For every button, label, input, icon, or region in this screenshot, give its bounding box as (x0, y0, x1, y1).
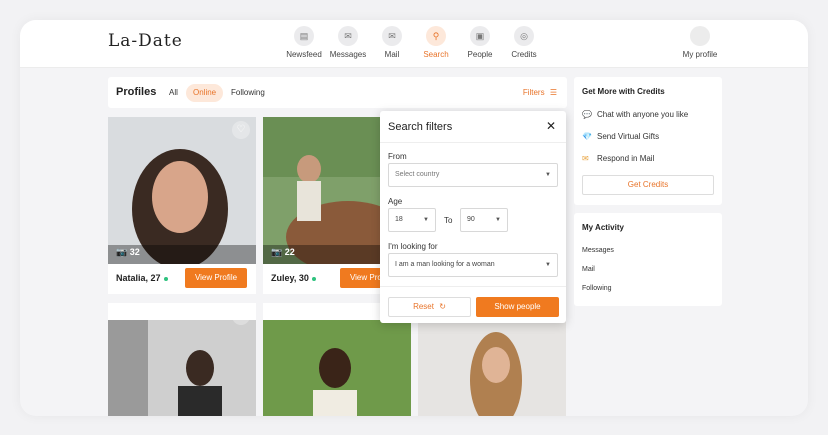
messages-icon: ✉ (338, 26, 358, 46)
photo-count: 📷 22 (271, 247, 295, 257)
page-title: Profiles (116, 86, 157, 98)
credits-item-gifts: 💎 Send Virtual Gifts (582, 132, 660, 141)
nav-label: Newsfeed (286, 50, 322, 59)
view-profile-button[interactable]: View Profile (185, 268, 247, 288)
show-people-button[interactable]: Show people (476, 297, 559, 317)
nav-label: My profile (682, 50, 718, 59)
online-indicator (163, 276, 168, 281)
profiles-bar: Profiles All Online Following Filters ☰ (108, 77, 567, 108)
close-icon[interactable]: ✕ (546, 119, 556, 133)
credits-panel: Get More with Credits 💬 Chat with anyone … (574, 77, 722, 205)
mail-icon: ✉ (582, 154, 589, 163)
camera-icon: 📷 (271, 247, 283, 257)
nav-label: Messages (329, 50, 367, 59)
from-label: From (388, 152, 407, 161)
nav-label: Credits (511, 50, 537, 59)
country-select[interactable]: Select country ▼ (388, 163, 558, 187)
search-filters-dialog: Search filters ✕ From Select country ▼ A… (380, 111, 566, 323)
mail-icon: ✉ (382, 26, 402, 46)
age-label: Age (388, 197, 403, 206)
logo[interactable]: La-Date (108, 31, 183, 51)
activity-panel: My Activity Messages Mail Following (574, 213, 722, 306)
nav-mail[interactable]: ✉ Mail (370, 26, 414, 59)
profile-name: Natalia, 27 (116, 273, 168, 283)
activity-item-messages[interactable]: Messages (582, 247, 614, 254)
camera-icon: 📷 (116, 247, 128, 257)
main-nav: ▤ Newsfeed ✉ Messages ✉ Mail ⚲ Search ▣ … (282, 26, 546, 59)
chevron-down-icon: ▼ (495, 217, 501, 223)
avatar (690, 26, 710, 46)
divider (380, 286, 566, 287)
chevron-down-icon: ▼ (545, 262, 551, 268)
activity-item-mail[interactable]: Mail (582, 266, 595, 273)
filters-label: Filters (522, 88, 545, 97)
online-indicator (311, 276, 316, 281)
nav-newsfeed[interactable]: ▤ Newsfeed (282, 26, 326, 59)
tab-all[interactable]: All (162, 84, 185, 102)
photo-count: 📷 32 (116, 247, 140, 257)
profile-photo[interactable] (108, 117, 256, 264)
credits-item-chat: 💬 Chat with anyone you like (582, 110, 689, 119)
nav-people[interactable]: ▣ People (458, 26, 502, 59)
credits-icon: ◎ (514, 26, 534, 46)
top-header: La-Date ▤ Newsfeed ✉ Messages ✉ Mail ⚲ S… (20, 20, 808, 68)
tab-online[interactable]: Online (186, 84, 224, 102)
looking-for-select[interactable]: I am a man looking for a woman ▼ (388, 253, 558, 277)
gift-icon: 💎 (582, 132, 592, 141)
panel-title: Get More with Credits (582, 87, 665, 96)
nav-my-profile[interactable]: My profile (678, 26, 722, 59)
tab-following[interactable]: Following (224, 84, 272, 102)
chat-icon: 💬 (582, 110, 592, 119)
nav-label: Mail (384, 50, 400, 59)
heart-icon[interactable]: ♡ (232, 307, 250, 325)
nav-search[interactable]: ⚲ Search (414, 26, 458, 59)
divider (380, 142, 566, 143)
get-credits-button[interactable]: Get Credits (582, 175, 714, 195)
search-icon: ⚲ (426, 26, 446, 46)
age-to-label: To (444, 216, 453, 225)
chevron-down-icon: ▼ (545, 172, 551, 178)
filters-button[interactable]: Filters ☰ (523, 88, 557, 97)
panel-title: My Activity (582, 223, 624, 232)
app-frame: La-Date ▤ Newsfeed ✉ Messages ✉ Mail ⚲ S… (20, 20, 808, 416)
dialog-title: Search filters (388, 121, 453, 133)
chevron-down-icon: ▼ (423, 217, 429, 223)
nav-messages[interactable]: ✉ Messages (326, 26, 370, 59)
people-icon: ▣ (470, 26, 490, 46)
sliders-icon: ☰ (549, 88, 557, 97)
newsfeed-icon: ▤ (294, 26, 314, 46)
nav-label: People (467, 50, 493, 59)
age-to-select[interactable]: 90 ▼ (460, 208, 508, 232)
credits-item-mail: ✉ Respond in Mail (582, 154, 655, 163)
reset-button[interactable]: Reset ↻ (388, 297, 471, 317)
profile-card: ♡ (108, 303, 256, 416)
age-from-select[interactable]: 18 ▼ (388, 208, 436, 232)
profile-name: Zuley, 30 (271, 273, 316, 283)
heart-icon[interactable]: ♡ (232, 121, 250, 139)
profile-card: ♡ 📷 32 Natalia, 27 View Profile (108, 117, 256, 294)
refresh-icon: ↻ (439, 302, 446, 311)
looking-for-label: I'm looking for (388, 242, 438, 251)
nav-credits[interactable]: ◎ Credits (502, 26, 546, 59)
nav-label: Search (423, 50, 449, 59)
activity-item-following[interactable]: Following (582, 285, 612, 292)
